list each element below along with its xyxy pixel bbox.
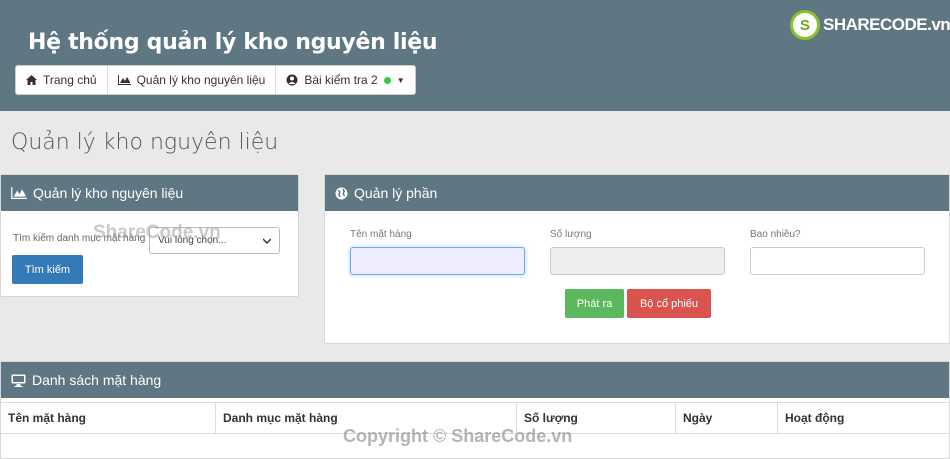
quantity-label: Số lượng — [550, 229, 592, 240]
top-header: Hệ thống quản lý kho nguyên liệu S SHARE… — [0, 0, 950, 111]
how-many-field[interactable] — [750, 247, 925, 275]
col-date[interactable]: Ngày — [676, 403, 778, 433]
item-list-panel: Danh sách mặt hàng Tên mặt hàng Danh mục… — [0, 361, 950, 459]
caret-down-icon: ▼ — [396, 75, 405, 85]
col-category[interactable]: Danh mục mặt hàng — [216, 403, 517, 433]
panel-title: Quản lý kho nguyên liệu — [33, 185, 184, 201]
nav-item-user[interactable]: Bài kiểm tra 2 ▼ — [276, 66, 414, 94]
area-chart-icon — [117, 75, 131, 85]
col-actions[interactable]: Hoạt động — [778, 403, 949, 433]
page-title: Quản lý kho nguyên liệu — [11, 130, 279, 155]
app-title: Hệ thống quản lý kho nguyên liệu — [28, 30, 438, 55]
monitor-icon — [11, 374, 26, 387]
search-button[interactable]: Tìm kiếm — [12, 255, 83, 284]
user-circle-icon — [286, 74, 298, 86]
logo-badge: S — [790, 10, 820, 40]
nav-item-label: Quản lý kho nguyên liệu — [136, 73, 266, 87]
online-status-dot — [383, 76, 391, 84]
issue-button[interactable]: Phát ra — [565, 289, 624, 318]
category-select[interactable]: Vui lòng chọn... — [149, 227, 280, 254]
item-name-label: Tên mặt hàng — [350, 229, 412, 240]
remove-stock-button[interactable]: Bộ cổ phiếu — [627, 289, 711, 318]
nav-item-label: Trang chủ — [43, 73, 97, 87]
area-chart-icon — [11, 187, 27, 199]
chevron-down-icon — [263, 237, 271, 244]
search-panel: Quản lý kho nguyên liệu Tìm kiếm danh mụ… — [0, 174, 299, 297]
manage-panel: Quản lý phần Tên mặt hàng Số lượng Bao n… — [324, 174, 950, 344]
how-many-label: Bao nhiêu? — [750, 229, 801, 240]
panel-title: Quản lý phần — [354, 185, 438, 201]
category-select-value: Vui lòng chọn... — [158, 235, 227, 246]
logo-text: SHARECODE.vn — [823, 15, 950, 34]
nav-item-home[interactable]: Trang chủ — [16, 66, 108, 94]
main-nav: Trang chủ Quản lý kho nguyên liệu Bài ki… — [15, 65, 416, 95]
quantity-field[interactable] — [550, 247, 725, 275]
nav-item-inventory[interactable]: Quản lý kho nguyên liệu — [108, 66, 277, 94]
globe-icon — [335, 187, 348, 200]
home-icon — [26, 75, 37, 85]
search-panel-header: Quản lý kho nguyên liệu — [1, 175, 298, 211]
panel-title: Danh sách mặt hàng — [32, 372, 162, 388]
search-category-label: Tìm kiếm danh mục mặt hàng — [13, 233, 146, 244]
col-item-name[interactable]: Tên mặt hàng — [1, 403, 216, 433]
item-list-header: Danh sách mặt hàng — [1, 362, 949, 398]
sharecode-logo: S SHARECODE.vn — [790, 10, 950, 40]
col-quantity[interactable]: Số lượng — [517, 403, 676, 433]
item-name-field[interactable] — [350, 247, 525, 275]
manage-panel-header: Quản lý phần — [325, 175, 949, 211]
item-table-header: Tên mặt hàng Danh mục mặt hàng Số lượng … — [1, 402, 949, 434]
nav-item-label: Bài kiểm tra 2 — [304, 73, 378, 87]
